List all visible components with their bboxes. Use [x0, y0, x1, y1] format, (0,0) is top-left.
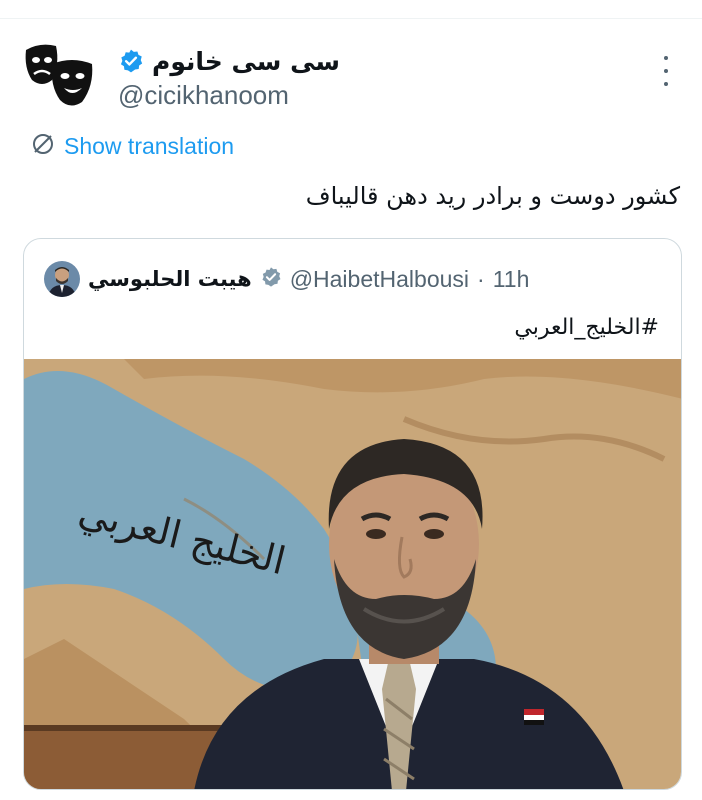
quoted-tweet-card[interactable]: هيبت الحلبوسي @HaibetHalbousi · 11h #الخ…	[23, 238, 682, 790]
author-handle[interactable]: @cicikhanoom	[118, 80, 289, 111]
tweet-text: کشور دوست و برادر رید دهن قالیباف	[305, 182, 680, 210]
quoted-author-avatar[interactable]	[44, 261, 80, 297]
gray-verified-badge-icon	[260, 266, 282, 292]
quoted-tweet-time[interactable]: 11h	[493, 266, 530, 293]
show-translation-label[interactable]: Show translation	[64, 133, 234, 160]
separator-dot: ·	[477, 265, 485, 292]
top-divider	[0, 18, 702, 19]
theater-masks-icon[interactable]	[22, 40, 96, 114]
author-name-row[interactable]: سی سی خانوم	[118, 44, 340, 78]
quoted-tweet-header: هيبت الحلبوسي @HaibetHalbousi · 11h	[44, 261, 529, 297]
show-translation-button[interactable]: Show translation	[30, 130, 234, 162]
verified-badge-icon	[118, 48, 144, 74]
translate-icon	[30, 131, 56, 161]
author-display-name[interactable]: سی سی خانوم	[152, 47, 340, 76]
quoted-author-handle[interactable]: @HaibetHalbousi	[290, 266, 469, 293]
quoted-author-name[interactable]: هيبت الحلبوسي	[88, 267, 252, 291]
more-options-icon[interactable]	[656, 56, 676, 86]
quoted-tweet-image[interactable]: الخليج العربي	[24, 359, 681, 789]
quoted-tweet-hashtag[interactable]: #الخليج_العربي	[514, 315, 659, 340]
